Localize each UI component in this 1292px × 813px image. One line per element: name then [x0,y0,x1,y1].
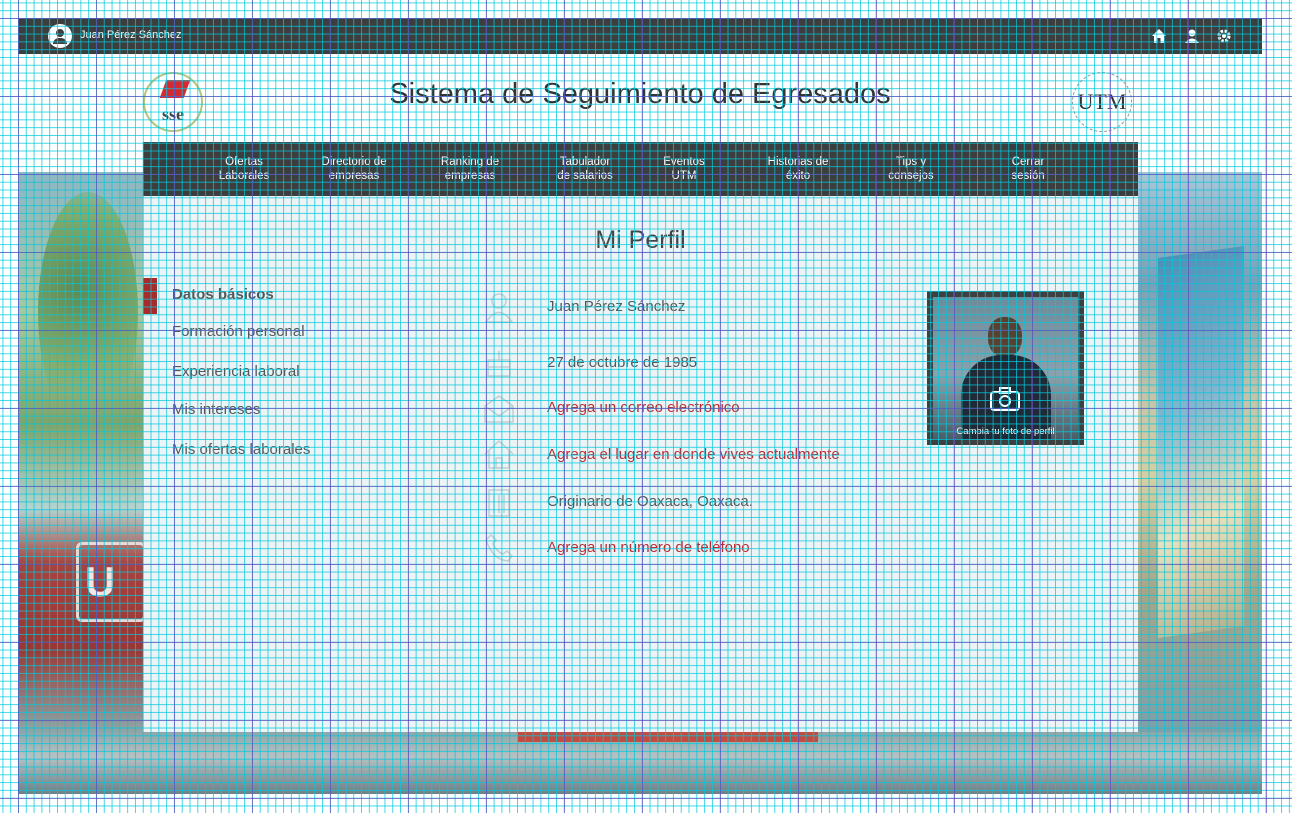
building-icon [483,486,515,518]
nav-tabulador-salarios[interactable]: Tabulador de salarios [540,155,630,183]
birthday-cake-icon [483,346,515,378]
house-icon [483,438,515,470]
add-email-link[interactable]: Agrega un correo electrónico [547,399,740,416]
utm-sign-image: U [76,542,146,622]
camera-icon[interactable] [987,387,1023,413]
user-icon[interactable] [1184,28,1200,44]
profile-photo [933,297,1078,439]
background-photo-right [1138,172,1262,732]
red-stripe [518,732,818,742]
nav-eventos-utm[interactable]: Eventos UTM [639,155,729,183]
avatar[interactable] [48,24,72,48]
page: U Juan Pérez Sánchez sse Sistema de Segu… [18,18,1262,794]
nav-historias-exito[interactable]: Historias de éxito [753,155,843,183]
add-residence-link[interactable]: Agrega el lugar en donde vives actualmen… [547,446,840,463]
sse-logo-text: sse [162,104,184,124]
user-name[interactable]: Juan Pérez Sánchez [80,29,182,41]
profile-card: Mi Perfil Datos básicos Formación person… [143,196,1138,732]
nav-cerrar-sesion[interactable]: Cerrar sesión [983,155,1073,183]
info-name: Juan Pérez Sánchez [547,298,686,315]
menu-experiencia-laboral[interactable]: Experiencia laboral [172,363,300,380]
settings-icon[interactable] [1216,28,1232,44]
mural-image [1158,245,1244,639]
header: sse Sistema de Seguimiento de Egresados … [18,54,1262,142]
main-nav: Ofertas Laborales Directorio de empresas… [143,142,1138,196]
menu-datos-basicos[interactable]: Datos básicos [172,286,274,303]
page-title: Sistema de Seguimiento de Egresados [389,78,891,110]
menu-formacion-personal[interactable]: Formación personal [172,323,305,340]
active-menu-marker [143,278,157,314]
info-origin: Originario de Oaxaca, Oaxaca. [547,493,753,510]
top-bar: Juan Pérez Sánchez [18,18,1262,54]
change-photo-caption[interactable]: Cambia tu foto de perfil [927,426,1084,437]
photo-head [988,317,1022,357]
envelope-icon [483,392,515,424]
sse-logo[interactable]: sse [143,72,203,132]
background-photo-bottom [18,732,1262,794]
menu-mis-ofertas-laborales[interactable]: Mis ofertas laborales [172,441,310,458]
info-birthdate: 27 de octubre de 1985 [547,354,698,371]
utm-logo-text: UTM [1077,89,1127,114]
profile-photo-box[interactable]: Cambia tu foto de perfil [927,291,1084,445]
nav-tips-consejos[interactable]: Tips y consejos [866,155,956,183]
add-phone-link[interactable]: Agrega un número de teléfono [547,539,750,556]
profile-title: Mi Perfil [595,226,686,254]
nav-ranking-empresas[interactable]: Ranking de empresas [425,155,515,183]
sse-logo-wing [159,80,191,98]
utm-logo[interactable]: UTM [1072,72,1132,132]
person-icon [483,291,515,323]
menu-mis-intereses[interactable]: Mis intereses [172,401,260,418]
nav-ofertas-laborales[interactable]: Ofertas Laborales [199,155,289,183]
phone-icon [483,532,515,564]
nav-directorio-empresas[interactable]: Directorio de empresas [309,155,399,183]
tree-image [38,192,138,432]
background-photo-left: U [18,172,148,732]
home-icon[interactable] [1151,28,1167,44]
